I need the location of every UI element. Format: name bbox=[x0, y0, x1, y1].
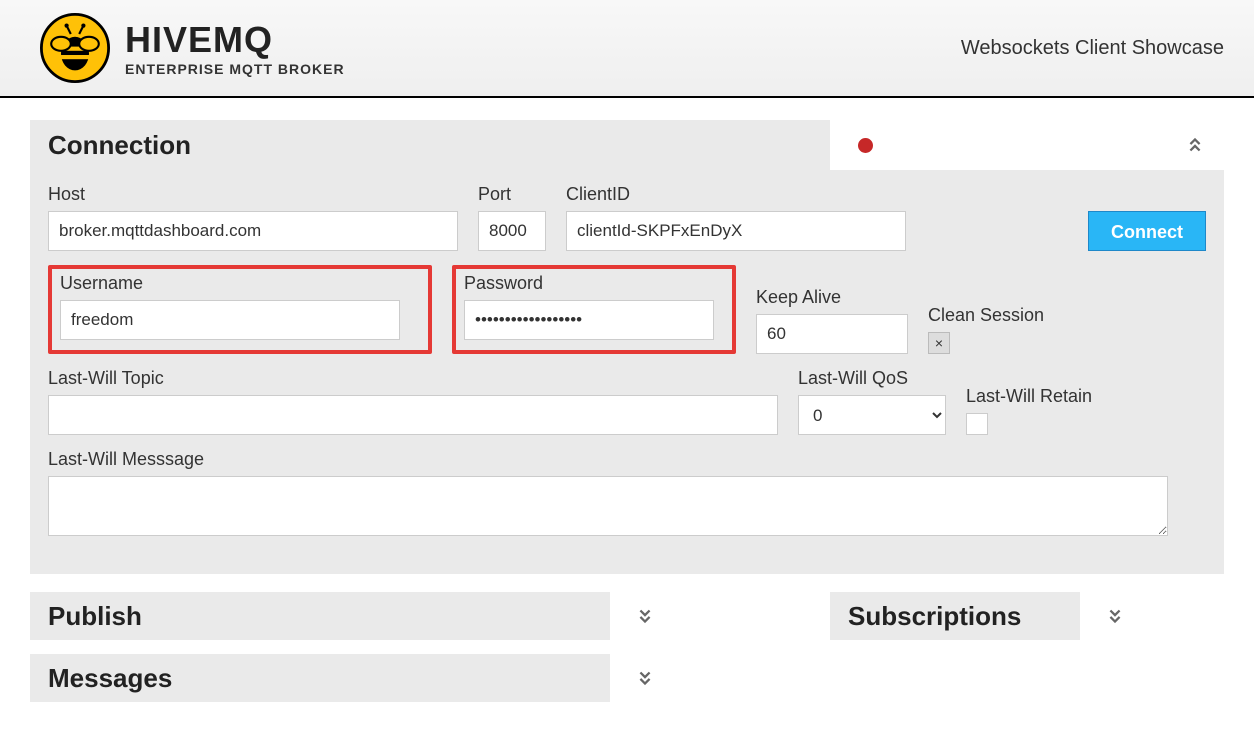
chevron-down-icon[interactable] bbox=[634, 667, 656, 689]
cleansession-checkbox[interactable]: × bbox=[928, 332, 950, 354]
connection-title: Connection bbox=[30, 120, 830, 170]
hivemq-bee-icon bbox=[40, 13, 110, 83]
clientid-label: ClientID bbox=[566, 184, 906, 205]
cleansession-field: Clean Session × bbox=[928, 305, 1044, 354]
chevron-down-icon[interactable] bbox=[1104, 605, 1126, 627]
messages-title: Messages bbox=[48, 663, 172, 694]
lastwill-qos-select[interactable]: 0 bbox=[798, 395, 946, 435]
password-field: Password bbox=[464, 273, 724, 340]
host-input[interactable] bbox=[48, 211, 458, 251]
cleansession-label: Clean Session bbox=[928, 305, 1044, 326]
lastwill-topic-label: Last-Will Topic bbox=[48, 368, 778, 389]
lastwill-qos-label: Last-Will QoS bbox=[798, 368, 946, 389]
lastwill-retain-checkbox[interactable] bbox=[966, 413, 988, 435]
port-field: Port bbox=[478, 184, 546, 251]
port-input[interactable] bbox=[478, 211, 546, 251]
connection-header[interactable]: Connection bbox=[30, 120, 1224, 170]
chevron-up-icon[interactable] bbox=[1184, 134, 1206, 156]
logo-text: HIVEMQ ENTERPRISE MQTT BROKER bbox=[125, 19, 345, 77]
logo-brand: HIVEMQ bbox=[125, 19, 345, 61]
username-label: Username bbox=[60, 273, 420, 294]
subscriptions-title: Subscriptions bbox=[848, 601, 1021, 632]
host-label: Host bbox=[48, 184, 458, 205]
port-label: Port bbox=[478, 184, 546, 205]
keepalive-label: Keep Alive bbox=[756, 287, 908, 308]
lastwill-message-input[interactable] bbox=[48, 476, 1168, 536]
chevron-down-icon[interactable] bbox=[634, 605, 656, 627]
publish-title: Publish bbox=[48, 601, 142, 632]
lastwill-message-field: Last-Will Messsage bbox=[48, 449, 1168, 536]
username-field: Username bbox=[60, 273, 420, 340]
clientid-field: ClientID bbox=[566, 184, 906, 251]
lastwill-topic-field: Last-Will Topic bbox=[48, 368, 778, 435]
keepalive-input[interactable] bbox=[756, 314, 908, 354]
lastwill-qos-field: Last-Will QoS 0 bbox=[798, 368, 946, 435]
lastwill-topic-input[interactable] bbox=[48, 395, 778, 435]
connection-body: Host Port ClientID Connect bbox=[30, 170, 1224, 574]
username-highlight: Username bbox=[48, 265, 432, 354]
host-field: Host bbox=[48, 184, 458, 251]
subscriptions-panel-header[interactable]: Subscriptions bbox=[830, 592, 1080, 640]
password-input[interactable] bbox=[464, 300, 714, 340]
logo: HIVEMQ ENTERPRISE MQTT BROKER bbox=[40, 13, 345, 83]
clientid-input[interactable] bbox=[566, 211, 906, 251]
connection-status-area bbox=[830, 120, 1224, 170]
top-bar: HIVEMQ ENTERPRISE MQTT BROKER Websockets… bbox=[0, 0, 1254, 98]
username-input[interactable] bbox=[60, 300, 400, 340]
lastwill-retain-field: Last-Will Retain bbox=[966, 386, 1092, 435]
showcase-label: Websockets Client Showcase bbox=[961, 37, 1224, 60]
logo-subtitle: ENTERPRISE MQTT BROKER bbox=[125, 61, 345, 77]
connection-status-indicator-icon bbox=[858, 138, 873, 153]
password-highlight: Password bbox=[452, 265, 736, 354]
keepalive-field: Keep Alive bbox=[756, 287, 908, 354]
connection-panel: Connection Host Port Clie bbox=[30, 120, 1224, 574]
publish-panel-header[interactable]: Publish bbox=[30, 592, 610, 640]
messages-panel-header[interactable]: Messages bbox=[30, 654, 610, 702]
lastwill-message-label: Last-Will Messsage bbox=[48, 449, 1168, 470]
connect-button[interactable]: Connect bbox=[1088, 211, 1206, 251]
password-label: Password bbox=[464, 273, 724, 294]
lastwill-retain-label: Last-Will Retain bbox=[966, 386, 1092, 407]
